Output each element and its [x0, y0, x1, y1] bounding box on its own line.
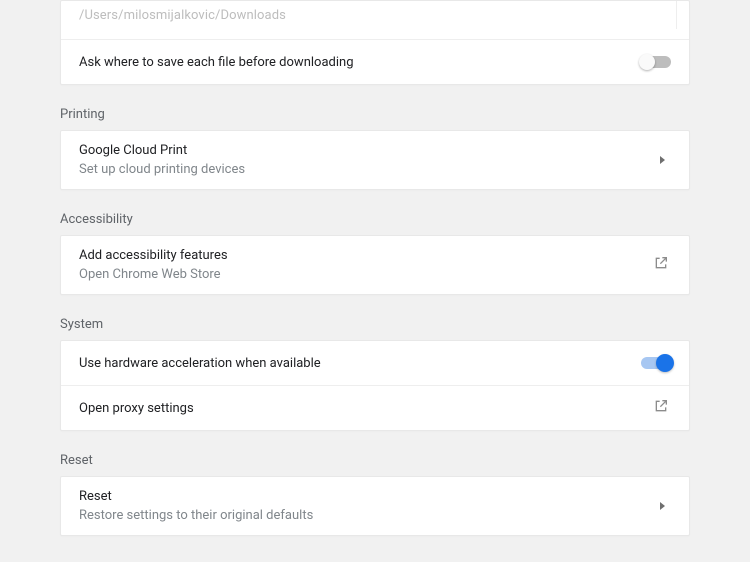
- accessibility-section-title: Accessibility: [60, 194, 690, 235]
- ask-where-to-save-row: Ask where to save each file before downl…: [61, 40, 689, 84]
- chevron-right-icon: [660, 502, 665, 510]
- system-section-title: System: [60, 299, 690, 340]
- reset-sub: Restore settings to their original defau…: [79, 508, 313, 523]
- download-location-row: /Users/milosmijalkovic/Downloads: [61, 1, 689, 40]
- external-link-icon: [653, 398, 671, 418]
- accessibility-add-sub: Open Chrome Web Store: [79, 267, 228, 282]
- cloud-print-label: Google Cloud Print: [79, 143, 245, 158]
- reset-section-title: Reset: [60, 435, 690, 476]
- open-proxy-settings-row[interactable]: Open proxy settings: [61, 385, 689, 430]
- hardware-acceleration-row: Use hardware acceleration when available: [61, 341, 689, 385]
- divider: [676, 1, 677, 29]
- chevron-right-icon: [660, 156, 665, 164]
- download-location-path: /Users/milosmijalkovic/Downloads: [79, 8, 286, 23]
- add-accessibility-row[interactable]: Add accessibility features Open Chrome W…: [61, 236, 689, 294]
- downloads-card: /Users/milosmijalkovic/Downloads Ask whe…: [60, 0, 690, 85]
- external-link-icon: [653, 255, 671, 275]
- printing-card: Google Cloud Print Set up cloud printing…: [60, 130, 690, 190]
- proxy-label: Open proxy settings: [79, 401, 194, 416]
- system-card: Use hardware acceleration when available…: [60, 340, 690, 431]
- accessibility-card: Add accessibility features Open Chrome W…: [60, 235, 690, 295]
- cloud-print-sub: Set up cloud printing devices: [79, 162, 245, 177]
- reset-card: Reset Restore settings to their original…: [60, 476, 690, 536]
- ask-where-toggle[interactable]: [641, 56, 671, 68]
- reset-row[interactable]: Reset Restore settings to their original…: [61, 477, 689, 535]
- accessibility-add-label: Add accessibility features: [79, 248, 228, 263]
- printing-section-title: Printing: [60, 89, 690, 130]
- ask-where-label: Ask where to save each file before downl…: [79, 55, 354, 70]
- hardware-acceleration-toggle[interactable]: [641, 357, 671, 369]
- google-cloud-print-row[interactable]: Google Cloud Print Set up cloud printing…: [61, 131, 689, 189]
- reset-label: Reset: [79, 489, 313, 504]
- hw-accel-label: Use hardware acceleration when available: [79, 356, 321, 371]
